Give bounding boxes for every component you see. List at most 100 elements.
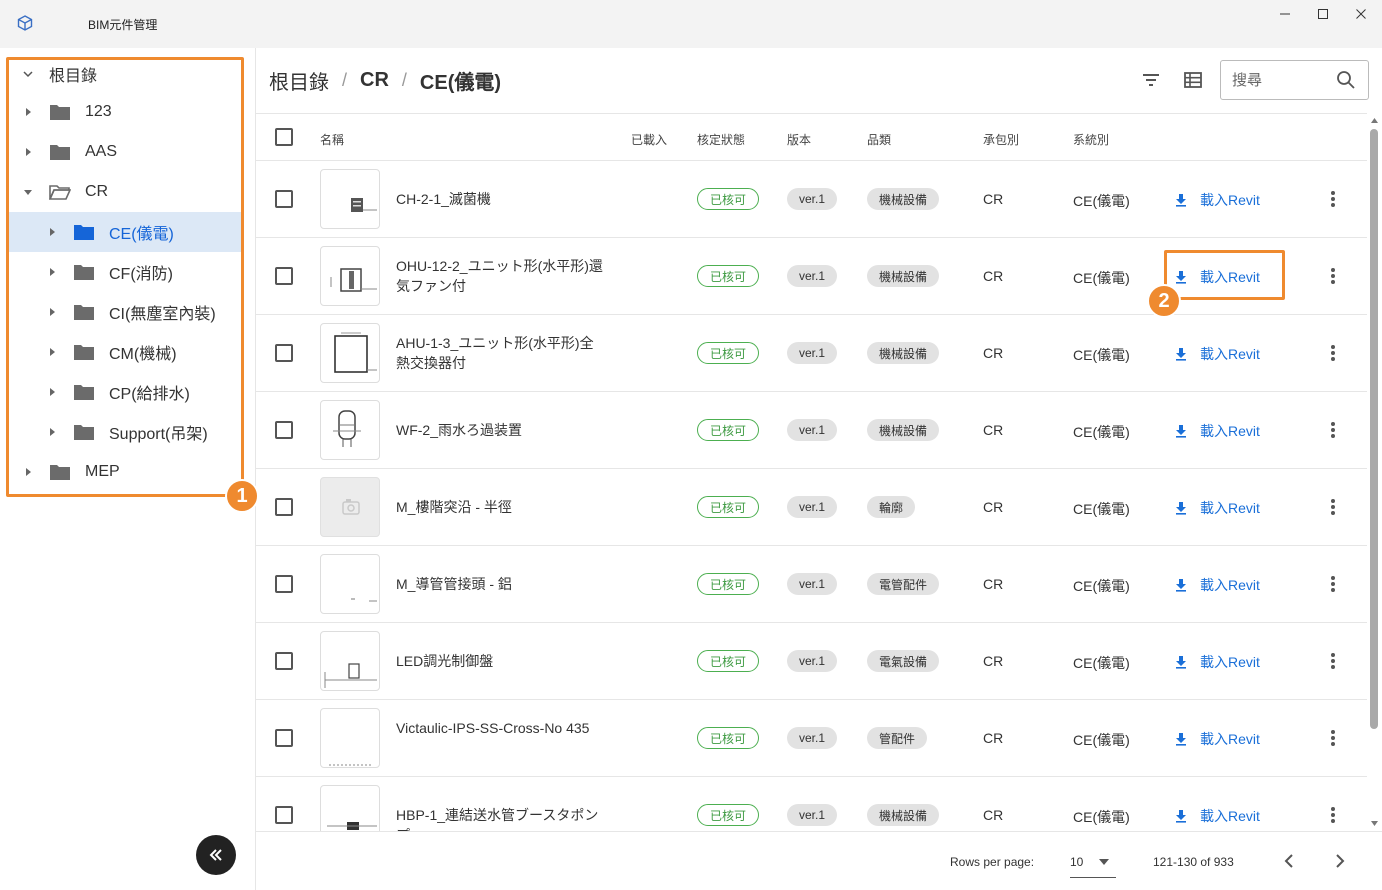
- table-row[interactable]: M_樓階突沿 - 半徑 已核可 ver.1 輪廓 CR CE(儀電) 載入Revit: [256, 469, 1367, 546]
- component-name[interactable]: Victaulic-IPS-SS-Cross-No 435: [396, 718, 606, 738]
- tree-item[interactable]: Support(吊架): [9, 412, 242, 452]
- scroll-up-icon[interactable]: [1367, 115, 1382, 127]
- load-revit-button[interactable]: 載入Revit: [1174, 420, 1260, 442]
- tree-item[interactable]: CE(儀電): [9, 212, 242, 252]
- filter-icon[interactable]: [1139, 68, 1163, 92]
- component-name[interactable]: M_導管管接頭 - 鋁: [396, 574, 606, 594]
- caret-right-icon[interactable]: [45, 345, 59, 359]
- search-input[interactable]: [1232, 70, 1332, 90]
- component-name[interactable]: HBP-1_連結送水管ブースタポンプ: [396, 805, 606, 831]
- load-revit-button[interactable]: 載入Revit: [1174, 805, 1260, 827]
- tree-item[interactable]: CR: [9, 172, 242, 212]
- component-name[interactable]: OHU-12-2_ユニット形(水平形)還気ファン付: [396, 256, 606, 296]
- caret-right-icon[interactable]: [21, 465, 35, 479]
- table-row[interactable]: AHU-1-3_ユニット形(水平形)全熱交換器付 已核可 ver.1 機械設備 CR CE…: [256, 315, 1367, 392]
- rows-per-page-select[interactable]: 10: [1070, 848, 1116, 878]
- column-header-loaded[interactable]: 已載入: [631, 131, 667, 148]
- more-vertical-icon[interactable]: [1326, 804, 1340, 826]
- tree-item[interactable]: CP(給排水): [9, 372, 242, 412]
- row-checkbox[interactable]: [275, 190, 293, 208]
- row-checkbox[interactable]: [275, 344, 293, 362]
- previous-page-icon[interactable]: [1280, 851, 1300, 871]
- maximize-button[interactable]: [1305, 4, 1341, 24]
- caret-right-icon[interactable]: [45, 225, 59, 239]
- more-vertical-icon[interactable]: [1326, 419, 1340, 441]
- component-name[interactable]: CH-2-1_滅菌機: [396, 189, 606, 209]
- tree-item[interactable]: AAS: [9, 132, 242, 172]
- tree-item[interactable]: CI(無塵室內裝): [9, 292, 242, 332]
- tree-item[interactable]: CF(消防): [9, 252, 242, 292]
- column-header-category[interactable]: 品類: [867, 131, 891, 148]
- scrollbar-thumb[interactable]: [1370, 129, 1378, 729]
- table-scrollbar[interactable]: [1367, 113, 1382, 831]
- component-thumbnail[interactable]: [320, 554, 380, 614]
- more-vertical-icon[interactable]: [1326, 650, 1340, 672]
- more-vertical-icon[interactable]: [1326, 727, 1340, 749]
- search-icon[interactable]: [1336, 70, 1356, 90]
- column-header-version[interactable]: 版本: [787, 131, 811, 148]
- caret-right-icon[interactable]: [21, 145, 35, 159]
- load-revit-button[interactable]: 載入Revit: [1174, 189, 1260, 211]
- table-row[interactable]: WF-2_雨水ろ過装置 已核可 ver.1 機械設備 CR CE(儀電) 載入Revit: [256, 392, 1367, 469]
- tree-item[interactable]: CM(機械): [9, 332, 242, 372]
- scroll-down-icon[interactable]: [1367, 817, 1382, 829]
- table-row[interactable]: HBP-1_連結送水管ブースタポンプ 已核可 ver.1 機械設備 CR CE(儀電) 載入…: [256, 777, 1367, 831]
- breadcrumb-level1[interactable]: CR: [360, 69, 389, 92]
- collapse-sidebar-button[interactable]: [196, 835, 236, 875]
- row-checkbox[interactable]: [275, 267, 293, 285]
- component-name[interactable]: LED調光制御盤: [396, 651, 606, 671]
- load-revit-button[interactable]: 載入Revit: [1174, 728, 1260, 750]
- search-field[interactable]: [1220, 60, 1369, 100]
- row-checkbox[interactable]: [275, 498, 293, 516]
- column-header-system[interactable]: 系統別: [1073, 131, 1109, 148]
- component-thumbnail[interactable]: [320, 477, 380, 537]
- more-vertical-icon[interactable]: [1326, 496, 1340, 518]
- table-row[interactable]: CH-2-1_滅菌機 已核可 ver.1 機械設備 CR CE(儀電) 載入Revit: [256, 161, 1367, 238]
- table-row[interactable]: OHU-12-2_ユニット形(水平形)還気ファン付 已核可 ver.1 機械設備 CR C…: [256, 238, 1367, 315]
- component-thumbnail[interactable]: [320, 400, 380, 460]
- load-revit-button[interactable]: 載入Revit: [1174, 651, 1260, 673]
- column-header-status[interactable]: 核定狀態: [697, 131, 745, 148]
- select-all-checkbox[interactable]: [275, 128, 293, 146]
- more-vertical-icon[interactable]: [1326, 342, 1340, 364]
- component-thumbnail[interactable]: [320, 785, 380, 831]
- tree-root[interactable]: 根目錄: [9, 54, 242, 94]
- component-thumbnail[interactable]: [320, 323, 380, 383]
- close-button[interactable]: [1343, 4, 1379, 24]
- caret-right-icon[interactable]: [45, 385, 59, 399]
- table-row[interactable]: Victaulic-IPS-SS-Cross-No 435 已核可 ver.1 管配件…: [256, 700, 1367, 777]
- breadcrumb-root[interactable]: 根目錄: [269, 66, 329, 95]
- component-name[interactable]: M_樓階突沿 - 半徑: [396, 497, 606, 517]
- component-name[interactable]: AHU-1-3_ユニット形(水平形)全熱交換器付: [396, 333, 606, 373]
- load-revit-button[interactable]: 載入Revit: [1174, 497, 1260, 519]
- component-thumbnail[interactable]: [320, 631, 380, 691]
- load-revit-button[interactable]: 載入Revit: [1174, 574, 1260, 596]
- component-name[interactable]: WF-2_雨水ろ過装置: [396, 420, 606, 440]
- caret-down-icon[interactable]: [21, 185, 35, 199]
- tree-item[interactable]: 123: [9, 92, 242, 132]
- caret-right-icon[interactable]: [45, 425, 59, 439]
- more-vertical-icon[interactable]: [1326, 188, 1340, 210]
- load-revit-button[interactable]: 載入Revit: [1174, 266, 1260, 288]
- column-header-name[interactable]: 名稱: [320, 131, 344, 148]
- next-page-icon[interactable]: [1329, 851, 1349, 871]
- row-checkbox[interactable]: [275, 729, 293, 747]
- caret-right-icon[interactable]: [45, 265, 59, 279]
- component-thumbnail[interactable]: [320, 708, 380, 768]
- caret-right-icon[interactable]: [45, 305, 59, 319]
- row-checkbox[interactable]: [275, 421, 293, 439]
- table-row[interactable]: M_導管管接頭 - 鋁 已核可 ver.1 電管配件 CR CE(儀電) 載入Revit: [256, 546, 1367, 623]
- tree-item[interactable]: MEP: [9, 452, 242, 492]
- caret-right-icon[interactable]: [21, 105, 35, 119]
- component-thumbnail[interactable]: [320, 169, 380, 229]
- table-row[interactable]: LED調光制御盤 已核可 ver.1 電氣設備 CR CE(儀電) 載入Revit: [256, 623, 1367, 700]
- component-thumbnail[interactable]: [320, 246, 380, 306]
- row-checkbox[interactable]: [275, 806, 293, 824]
- more-vertical-icon[interactable]: [1326, 573, 1340, 595]
- list-view-icon[interactable]: [1181, 68, 1205, 92]
- more-vertical-icon[interactable]: [1326, 265, 1340, 287]
- minimize-button[interactable]: [1267, 4, 1303, 24]
- row-checkbox[interactable]: [275, 575, 293, 593]
- row-checkbox[interactable]: [275, 652, 293, 670]
- column-header-contractor[interactable]: 承包別: [983, 131, 1019, 148]
